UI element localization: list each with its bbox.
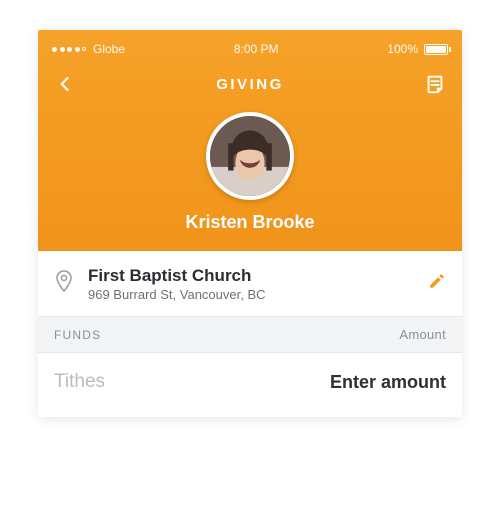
avatar[interactable] bbox=[206, 112, 294, 200]
location-address: 969 Burrard St, Vancouver, BC bbox=[88, 287, 416, 302]
chevron-left-icon bbox=[55, 74, 75, 94]
fund-amount-input[interactable] bbox=[205, 372, 446, 393]
back-button[interactable] bbox=[52, 71, 78, 97]
location-card: First Baptist Church 969 Burrard St, Van… bbox=[38, 251, 462, 317]
pencil-icon bbox=[428, 272, 446, 290]
funds-header-amount-label: Amount bbox=[399, 327, 446, 342]
fund-row: Tithes bbox=[38, 353, 462, 417]
battery-pct-label: 100% bbox=[387, 42, 418, 56]
fund-name-label: Tithes bbox=[54, 371, 105, 393]
edit-location-button[interactable] bbox=[428, 272, 446, 295]
signal-dots-icon bbox=[52, 47, 86, 52]
avatar-image bbox=[210, 116, 290, 196]
funds-header-label: FUNDS bbox=[54, 328, 101, 342]
page-title: GIVING bbox=[216, 76, 284, 93]
location-name: First Baptist Church bbox=[88, 265, 416, 286]
note-icon bbox=[424, 73, 446, 95]
location-pin-icon bbox=[52, 268, 76, 299]
battery-icon bbox=[424, 44, 448, 55]
clock-label: 8:00 PM bbox=[234, 42, 279, 56]
notes-button[interactable] bbox=[422, 71, 448, 97]
user-name: Kristen Brooke bbox=[185, 212, 314, 233]
funds-section-header: FUNDS Amount bbox=[38, 317, 462, 353]
carrier-label: Globe bbox=[93, 42, 125, 56]
status-bar: Globe 8:00 PM 100% bbox=[52, 40, 448, 58]
